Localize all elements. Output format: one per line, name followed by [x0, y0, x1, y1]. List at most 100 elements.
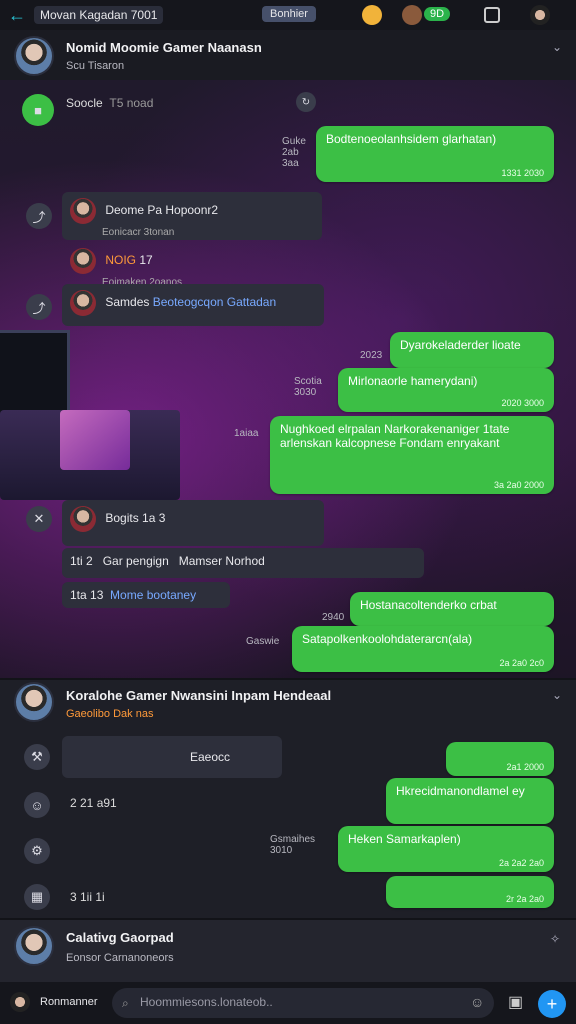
message-text: Eaeocc — [190, 750, 231, 764]
section2-header[interactable]: Koralohe Gamer Nwansini Inpam Hendeaal G… — [0, 682, 576, 726]
message-incoming[interactable]: Deome Pa Hopoonr2 Eonicacr 3tonan — [62, 192, 322, 240]
count: 17 — [139, 253, 153, 268]
message-incoming[interactable]: Samdes Beoteogcqon Gattadan — [62, 284, 324, 326]
message-link[interactable]: Mome bootaney — [110, 588, 196, 602]
contact-sub: Eonsor Carnanoneors — [66, 952, 174, 964]
message-extra: Mamser Norhod — [178, 554, 265, 568]
refresh-icon[interactable]: ↻ — [296, 92, 316, 112]
contact-name: Koralohe Gamer Nwansini Inpam Hendeaal — [66, 688, 332, 703]
message-incoming[interactable]: Eaeocc — [62, 736, 282, 778]
message-incoming[interactable]: Bogits 1a 3 — [62, 500, 324, 546]
message-outgoing[interactable]: Bodtenoeolanhsidem glarhatan) 1331 2030 — [316, 126, 554, 182]
filter-pill[interactable]: Bonhier — [262, 6, 316, 22]
chevron-down-icon[interactable]: ⌄ — [552, 40, 562, 54]
message-time: 2a1 2000 — [506, 762, 544, 772]
sender-name: Samdes — [105, 295, 150, 310]
side-time: 2023 — [360, 350, 383, 361]
close-icon[interactable]: ✕ — [26, 506, 52, 532]
sender-name: Deome Pa Hopoonr2 — [105, 203, 219, 218]
grid-icon[interactable]: ▦ — [24, 884, 50, 910]
avatar-small[interactable] — [402, 5, 422, 25]
message-text: Hkrecidmanondlamel ey — [396, 784, 525, 798]
sender-name: Bogits — [105, 511, 139, 526]
contact-name: Calativg Gaorpad — [66, 930, 174, 945]
back-arrow-icon[interactable]: ← — [8, 5, 26, 26]
message-text: Nughkoed elrpalan Narkorakenaniger 1tate… — [280, 422, 510, 450]
sender-avatar — [70, 198, 96, 224]
settings-icon[interactable]: ⚙ — [24, 838, 50, 864]
message-link[interactable]: Beoteogcqon Gattadan — [153, 295, 276, 309]
row-text: 2 21 a91 — [70, 796, 117, 810]
side-label: 1ta 13 — [70, 588, 104, 602]
forward-icon[interactable]: ⤴ — [26, 294, 52, 320]
section1-header[interactable]: Nomid Moomie Gamer Naanasn Scu Tisaron ⌄ — [0, 34, 576, 78]
message-text: Satapolkenkoolohdaterarcn(ala) — [302, 632, 473, 646]
message-outgoing[interactable]: Dyarokeladerder lioate — [390, 332, 554, 368]
sparkle-icon[interactable]: ✧ — [550, 932, 560, 946]
contact-sub: Gaeolibo Dak nas — [66, 708, 154, 720]
sender-avatar — [70, 506, 96, 532]
user-label: Ronmanner — [40, 996, 98, 1008]
message-outgoing[interactable]: Mirlonaorle hamerydani) 2020 3000 — [338, 368, 554, 412]
tool-icon[interactable]: ⚒ — [24, 744, 50, 770]
pinned-label: Soocle T5 noad — [66, 96, 154, 110]
message-outgoing[interactable]: 2a1 2000 — [446, 742, 554, 776]
message-outgoing[interactable]: Hostanacoltenderko crbat — [350, 592, 554, 626]
emoji-icon[interactable] — [362, 5, 382, 25]
message-outgoing[interactable]: Hkrecidmanondlamel ey — [386, 778, 554, 824]
composer-bar: Ronmanner Hoommiesons.lonateob.. ⌕ ☺ ▣ + — [0, 982, 576, 1024]
side-time: 2940 — [322, 612, 345, 623]
sender-name: NOIG — [105, 253, 137, 268]
sender-avatar — [70, 248, 96, 274]
profile-avatar[interactable] — [530, 5, 550, 25]
camera-icon[interactable]: ▣ — [508, 992, 523, 1012]
message-incoming[interactable]: 1ta 13 Mome bootaney — [62, 582, 230, 608]
chat-app: ← Movan Kagadan 7001 Bonhier 9D Nomid Mo… — [0, 0, 576, 1024]
message-text: Gar pengign — [102, 554, 169, 568]
message-outgoing[interactable]: Heken Samarkaplen) 2a 2a2 2a0 — [338, 826, 554, 872]
emoji-icon[interactable]: ☺ — [470, 994, 484, 1010]
section3-header[interactable]: Calativg Gaorpad Eonsor Carnanoneors ✧ — [0, 924, 576, 968]
sender-sub: Eonicacr 3tonan — [102, 227, 175, 238]
sender-avatar — [70, 290, 96, 316]
message-text: Heken Samarkaplen) — [348, 832, 461, 846]
search-icon: ⌕ — [122, 996, 129, 1010]
side-time: 1aiaa — [234, 428, 259, 439]
message-text: Dyarokeladerder lioate — [400, 338, 521, 352]
message-incoming[interactable]: 1ti 2 Gar pengign Mamser Norhod — [62, 548, 424, 578]
online-badge: 9D — [424, 7, 451, 21]
message-outgoing[interactable]: Satapolkenkoolohdaterarcn(ala) 2a 2a0 2c… — [292, 626, 554, 672]
message-text: Mirlonaorle hamerydani) — [348, 374, 478, 388]
message-outgoing[interactable]: Nughkoed elrpalan Narkorakenaniger 1tate… — [270, 416, 554, 494]
message-input[interactable]: Hoommiesons.lonateob.. — [112, 988, 494, 1018]
contact-avatar[interactable] — [14, 36, 54, 76]
message-time: 2r 2a 2a0 — [505, 894, 544, 904]
sender-sub: 1a 3 — [142, 511, 166, 526]
user-avatar[interactable] — [10, 992, 30, 1012]
message-time: 1331 2030 — [501, 168, 544, 178]
side-time: Gsmaihes 3010 — [270, 834, 316, 856]
message-incoming[interactable]: NOIG 17 Eoimaken 2oanos — [62, 242, 262, 288]
message-outgoing[interactable]: 2r 2a 2a0 — [386, 876, 554, 908]
message-time: 3a 2a0 2000 — [493, 480, 544, 490]
chat-title[interactable]: Movan Kagadan 7001 — [34, 6, 164, 24]
side-time: Gaswie — [246, 636, 280, 647]
contact-avatar[interactable] — [14, 682, 54, 722]
contact-name: Nomid Moomie Gamer Naanasn — [66, 40, 262, 55]
side-label: 1ti 2 — [70, 554, 93, 568]
forward-icon[interactable]: ⤴ — [26, 203, 52, 229]
side-time: Scotia 3030 — [294, 376, 322, 398]
contact-sub: Scu Tisaron — [66, 60, 125, 72]
chevron-down-icon[interactable]: ⌄ — [552, 688, 562, 702]
contact-avatar[interactable] — [14, 926, 54, 966]
plus-icon[interactable]: + — [538, 990, 566, 1018]
row-text: 3 1ii 1i — [70, 890, 105, 904]
wallpaper-pc — [60, 410, 130, 470]
message-time: 2a 2a2 2a0 — [498, 858, 544, 868]
pin-icon[interactable]: ■ — [22, 94, 54, 126]
square-icon[interactable] — [484, 7, 500, 23]
user-icon[interactable]: ☺ — [24, 792, 50, 818]
message-text: Hostanacoltenderko crbat — [360, 598, 497, 612]
side-time: Guke 2ab 3aa — [282, 136, 306, 169]
message-text: Bodtenoeolanhsidem glarhatan) — [326, 132, 497, 146]
